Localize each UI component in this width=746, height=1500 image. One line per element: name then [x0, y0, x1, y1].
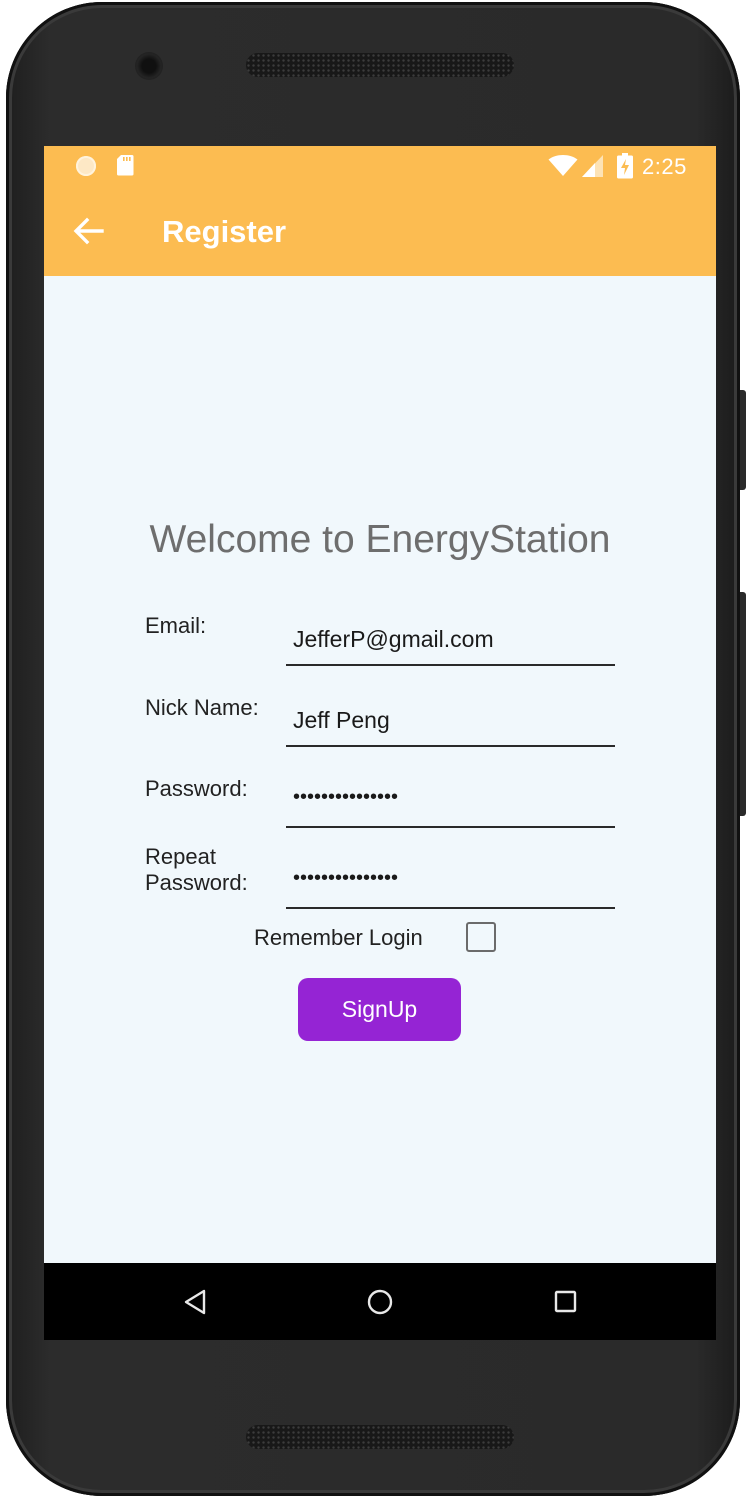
- nickname-label: Nick Name:: [145, 695, 259, 720]
- notification-dot-icon: [76, 156, 96, 176]
- password-field[interactable]: •••••••••••••••: [286, 764, 615, 828]
- back-triangle-icon[interactable]: [183, 1288, 207, 1316]
- password-value: •••••••••••••••: [293, 786, 399, 808]
- phone-frame: 2:25 Register Welcome to EnergyStation E…: [6, 2, 740, 1496]
- repeat-password-label: Repeat Password:: [145, 844, 248, 896]
- remember-login-checkbox[interactable]: [466, 922, 496, 952]
- email-label: Email:: [145, 613, 207, 638]
- navigation-bar: [44, 1263, 716, 1340]
- bottom-speaker: [246, 1425, 514, 1449]
- screen: 2:25 Register Welcome to EnergyStation E…: [44, 146, 716, 1340]
- status-time: 2:25: [642, 154, 687, 179]
- status-bar: 2:25: [44, 146, 716, 186]
- repeat-password-label-line1: Repeat: [145, 844, 216, 869]
- wifi-icon: [548, 155, 578, 176]
- sd-card-icon: [117, 155, 134, 176]
- volume-button: [740, 592, 746, 816]
- arrow-back-icon[interactable]: [72, 216, 106, 246]
- password-label: Password:: [145, 776, 248, 801]
- recents-square-icon[interactable]: [553, 1288, 579, 1316]
- cell-signal-icon: [582, 155, 603, 177]
- front-camera: [135, 52, 163, 80]
- app-bar: Register: [44, 186, 716, 276]
- page-title: Register: [162, 214, 287, 249]
- nickname-field[interactable]: Jeff Peng: [286, 683, 615, 747]
- email-field[interactable]: JefferP@gmail.com: [286, 602, 615, 666]
- home-circle-icon[interactable]: [366, 1288, 394, 1316]
- email-value: JefferP@gmail.com: [293, 626, 494, 652]
- earpiece-speaker: [246, 53, 514, 77]
- remember-login-label: Remember Login: [254, 925, 423, 950]
- nickname-value: Jeff Peng: [293, 707, 390, 733]
- signup-button[interactable]: SignUp: [298, 978, 461, 1041]
- repeat-password-field[interactable]: •••••••••••••••: [286, 845, 615, 909]
- welcome-heading: Welcome to EnergyStation: [149, 518, 611, 561]
- power-button: [740, 390, 746, 490]
- repeat-password-label-line2: Password:: [145, 870, 248, 895]
- battery-charging-icon: [617, 153, 633, 179]
- repeat-password-value: •••••••••••••••: [293, 867, 399, 889]
